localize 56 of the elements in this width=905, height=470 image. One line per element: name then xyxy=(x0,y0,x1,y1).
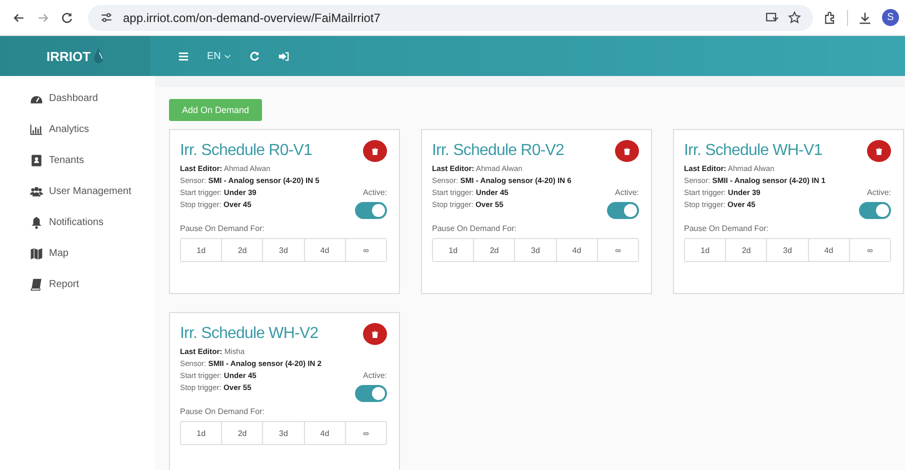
trash-icon xyxy=(372,148,378,154)
active-label: Active: xyxy=(866,188,891,197)
profile-avatar[interactable]: S xyxy=(882,9,899,26)
logout-icon[interactable] xyxy=(278,50,289,62)
pause-duration-button[interactable]: 1d xyxy=(433,239,474,261)
water-drop-icon xyxy=(92,47,104,65)
pause-label: Pause On Demand For: xyxy=(684,224,770,233)
trash-icon xyxy=(876,148,882,154)
bar-chart-icon xyxy=(30,123,43,136)
pause-label: Pause On Demand For: xyxy=(180,224,266,233)
schedule-title: Irr. Schedule WH-V2 xyxy=(180,325,318,343)
book-icon xyxy=(30,278,43,291)
sidebar-item[interactable]: Notifications xyxy=(30,214,155,231)
map-icon xyxy=(30,247,43,260)
active-toggle[interactable] xyxy=(859,202,891,219)
sidebar-item[interactable]: Map xyxy=(30,245,155,262)
logo-text: IRRIOT xyxy=(46,48,91,64)
menu-icon[interactable] xyxy=(178,50,189,62)
contact-card-icon xyxy=(30,154,43,167)
active-toggle[interactable] xyxy=(355,202,387,219)
address-bar[interactable]: app.irriot.com/on-demand-overview/FaiMailrriot7 xyxy=(88,4,813,30)
sidebar-item[interactable]: Dashboard xyxy=(30,90,155,107)
pause-duration-button[interactable]: 1d xyxy=(181,239,222,261)
pause-duration-button[interactable]: 1d xyxy=(685,239,726,261)
extensions-icon[interactable] xyxy=(823,10,837,24)
download-icon[interactable] xyxy=(858,10,872,24)
trash-icon xyxy=(372,330,378,338)
schedule-title: Irr. Schedule R0-V2 xyxy=(432,142,564,160)
pause-label: Pause On Demand For: xyxy=(180,407,266,416)
delete-button[interactable] xyxy=(363,140,387,162)
sidebar-item[interactable]: Analytics xyxy=(30,121,155,138)
pause-duration-button[interactable]: 1d xyxy=(181,422,222,444)
bell-icon xyxy=(30,216,43,229)
schedule-title: Irr. Schedule R0-V1 xyxy=(180,142,312,160)
users-icon xyxy=(30,185,43,198)
active-toggle[interactable] xyxy=(607,202,639,219)
schedule-title: Irr. Schedule WH-V1 xyxy=(684,142,822,160)
install-icon[interactable] xyxy=(765,11,778,24)
url-text: app.irriot.com/on-demand-overview/FaiMailrriot7 xyxy=(123,10,380,24)
sidebar-item[interactable]: Report xyxy=(30,276,155,293)
sidebar-item[interactable]: User Management xyxy=(30,183,155,200)
reload-icon[interactable] xyxy=(60,10,74,24)
pause-label: Pause On Demand For: xyxy=(432,224,518,233)
active-label: Active: xyxy=(614,188,639,197)
delete-button[interactable] xyxy=(867,140,891,162)
star-icon[interactable] xyxy=(788,11,801,24)
caret-icon xyxy=(224,54,231,58)
delete-button[interactable] xyxy=(363,323,387,345)
trash-icon xyxy=(624,148,630,154)
refresh-icon[interactable] xyxy=(248,50,260,62)
active-label: Active: xyxy=(362,371,387,380)
delete-button[interactable] xyxy=(615,140,639,162)
active-label: Active: xyxy=(362,188,387,197)
site-info-icon[interactable] xyxy=(100,11,113,24)
active-toggle[interactable] xyxy=(355,385,387,402)
sidebar-item[interactable]: Tenants xyxy=(30,152,155,169)
